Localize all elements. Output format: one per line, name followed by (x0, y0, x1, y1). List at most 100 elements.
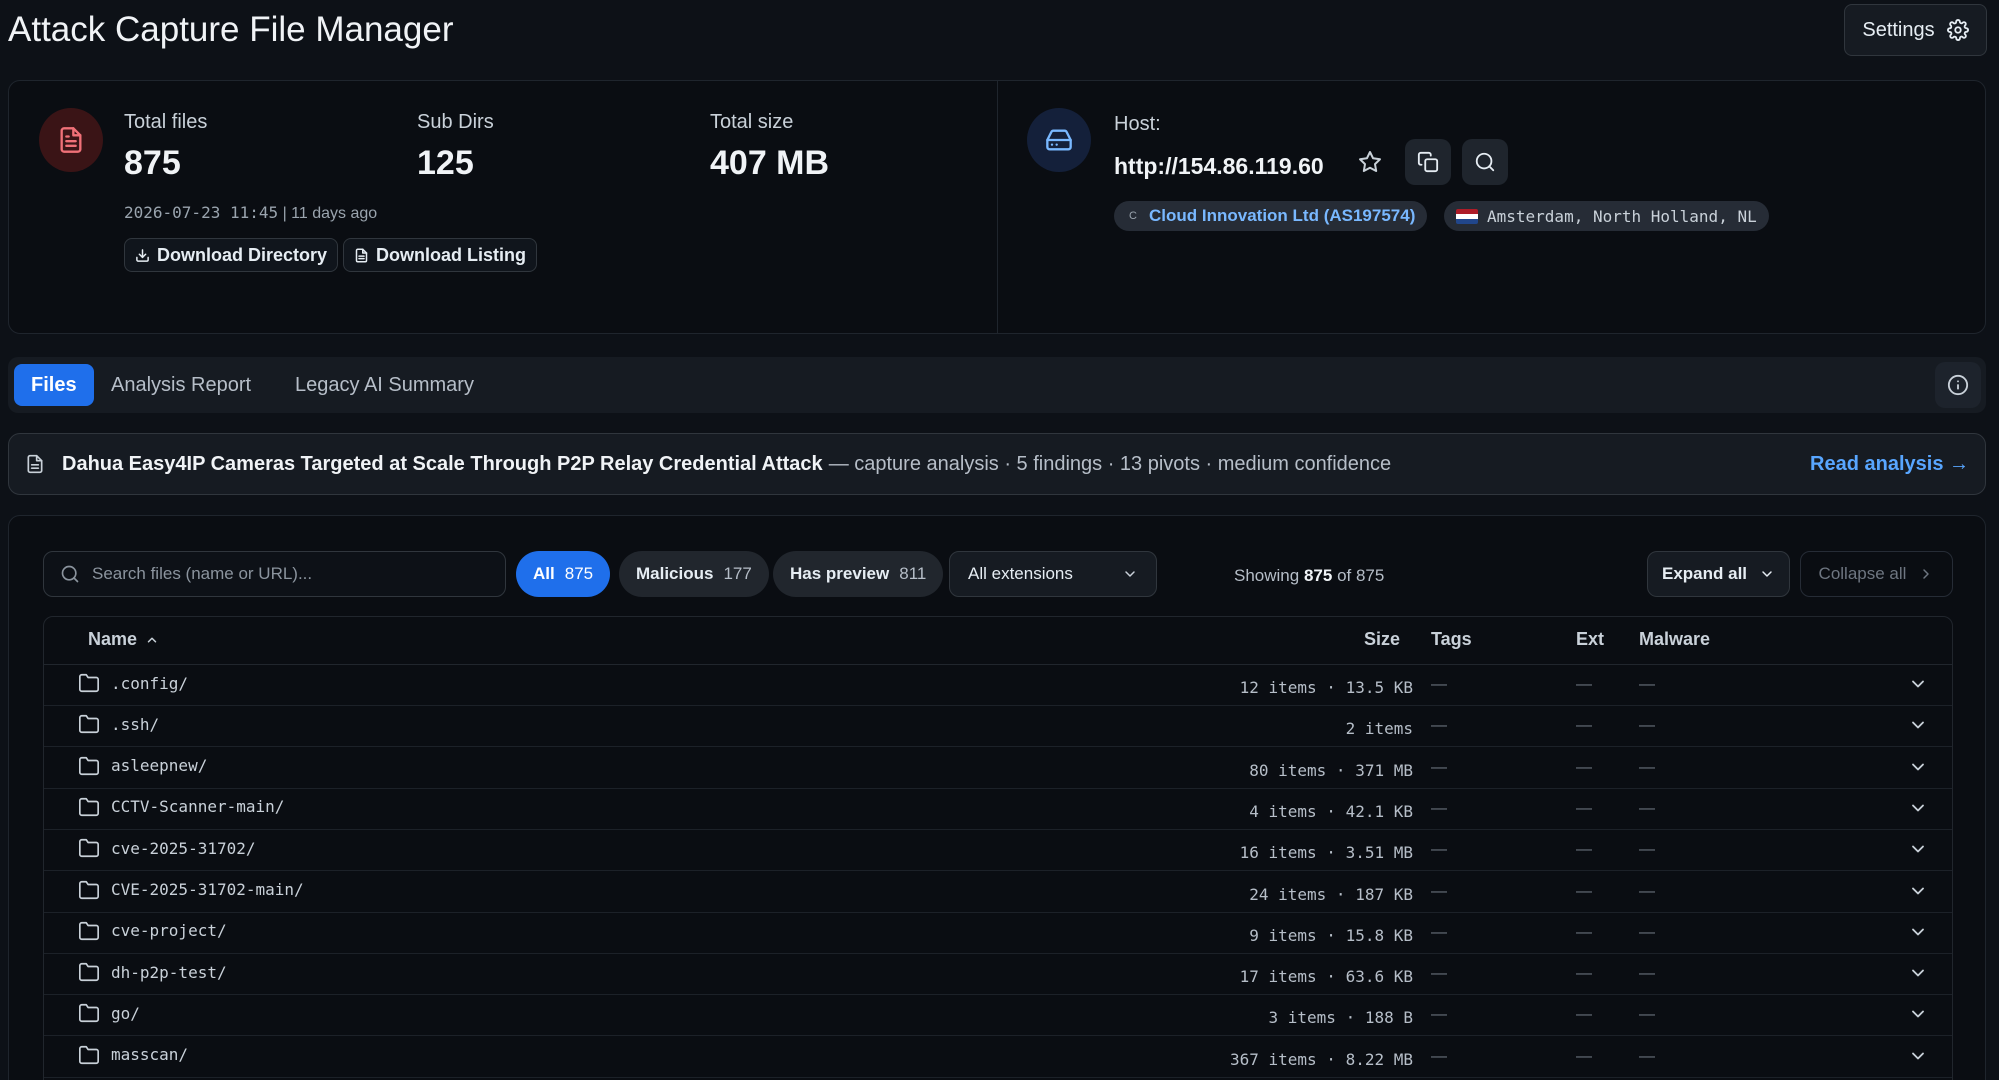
ext-cell: — (1576, 758, 1592, 776)
expand-row-button[interactable] (1908, 674, 1928, 699)
chevron-down-icon (1912, 1010, 1924, 1018)
chevron-right-icon (1923, 569, 1930, 579)
folder-name-cell[interactable]: .config/ (78, 672, 188, 694)
collapse-all-button[interactable]: Collapse all (1800, 551, 1953, 597)
chip-label: Malicious (636, 564, 714, 583)
folder-name-cell[interactable]: CCTV-Scanner-main/ (78, 796, 284, 818)
search-box[interactable] (43, 551, 506, 597)
table-row[interactable]: asleepnew/80 items · 371 MB — — — (44, 748, 1952, 789)
tags-cell: — (1431, 841, 1447, 859)
download-listing-button[interactable]: Download Listing (343, 238, 537, 272)
expand-row-button[interactable] (1908, 1004, 1928, 1029)
read-analysis-link[interactable]: Read analysis → (1810, 453, 1969, 476)
chevron-down-icon (1912, 1052, 1924, 1060)
folder-icon (79, 673, 99, 693)
tags-cell: — (1431, 1047, 1447, 1065)
stat-label: Total size (710, 111, 794, 133)
table-row[interactable]: dh-p2p-test/17 items · 63.6 KB — — — (44, 954, 1952, 996)
expand-row-button[interactable] (1908, 881, 1928, 906)
host-url[interactable]: http://154.86.119.60 (1114, 153, 1324, 180)
folder-icon (79, 921, 99, 940)
download-directory-button[interactable]: Download Directory (124, 238, 339, 272)
tab-analysis-report[interactable]: Analysis Report (111, 364, 251, 406)
expand-row-button[interactable] (1908, 1046, 1928, 1071)
expand-all-label: Expand all (1661, 564, 1748, 583)
folder-name-cell[interactable]: go/ (78, 1002, 140, 1024)
expand-row-button[interactable] (1908, 963, 1928, 988)
lookup-button[interactable] (1462, 139, 1508, 185)
showing-prefix: Showing (1234, 566, 1300, 585)
info-icon (1947, 374, 1969, 396)
extension-select[interactable]: All extensions (949, 551, 1157, 597)
malware-cell: — (1639, 841, 1655, 859)
file-table: Name Size Tags Ext Malware .config/12 it… (43, 616, 1953, 1080)
table-row[interactable]: go/3 items · 188 B — — — (44, 995, 1952, 1037)
tab-files[interactable]: Files (14, 364, 94, 406)
copy-button[interactable] (1405, 139, 1451, 185)
table-row[interactable]: cve-2025-31702/16 items · 3.51 MB — — — (44, 830, 1952, 872)
location-text: Amsterdam, North Holland, NL (1487, 206, 1757, 226)
asn-initial: C (1129, 210, 1137, 222)
table-row[interactable]: .ssh/2 items — — — (44, 706, 1952, 748)
chip-count: 177 (723, 564, 752, 583)
column-header-size[interactable]: Size (1364, 629, 1400, 650)
table-row[interactable]: .config/12 items · 13.5 KB — — — (44, 665, 1952, 706)
folder-name-cell[interactable]: cve-project/ (78, 920, 227, 942)
asn-pill[interactable]: C Cloud Innovation Ltd (AS197574) (1114, 201, 1428, 231)
folder-name: dh-p2p-test/ (111, 962, 227, 982)
favorite-button[interactable] (1347, 139, 1393, 185)
ext-cell: — (1576, 1047, 1592, 1065)
table-row[interactable]: masscan/367 items · 8.22 MB — — — (44, 1037, 1952, 1078)
gear-icon (1946, 19, 1969, 41)
folder-name-cell[interactable]: cve-2025-31702/ (78, 837, 256, 859)
table-row[interactable]: cve-project/9 items · 15.8 KB — — — (44, 913, 1952, 954)
folder-name-cell[interactable]: masscan/ (78, 1044, 188, 1066)
ext-cell: — (1576, 717, 1592, 735)
folder-icon (79, 797, 99, 816)
chevron-down-icon (1912, 969, 1924, 977)
capture-timestamp: 2026-07-23 11:45 (124, 203, 279, 222)
column-header-ext[interactable]: Ext (1576, 629, 1604, 650)
tab-legacy-ai-summary[interactable]: Legacy AI Summary (295, 364, 474, 406)
chevron-down-icon (1125, 571, 1135, 577)
search-input[interactable] (92, 564, 472, 584)
filter-has-preview-chip[interactable]: Has preview 811 (773, 551, 944, 597)
table-row[interactable]: CCTV-Scanner-main/4 items · 42.1 KB — — — (44, 789, 1952, 830)
folder-name-cell[interactable]: dh-p2p-test/ (78, 961, 227, 983)
tags-cell: — (1431, 717, 1447, 735)
file-badge (39, 108, 103, 172)
stat-value: 125 (417, 144, 474, 182)
malware-cell: — (1639, 923, 1655, 941)
expand-row-button[interactable] (1908, 922, 1928, 947)
ext-cell: — (1576, 1006, 1592, 1024)
analysis-meta: — capture analysis · 5 findings · 13 piv… (828, 452, 1392, 475)
table-row[interactable]: CVE-2025-31702-main/24 items · 187 KB — — — (44, 872, 1952, 913)
column-header-tags[interactable]: Tags (1431, 629, 1472, 650)
folder-icon (79, 1045, 99, 1064)
expand-all-button[interactable]: Expand all (1647, 551, 1790, 597)
folder-size: 4 items · 42.1 KB (1249, 801, 1413, 821)
download-directory-label: Download Directory (157, 244, 328, 265)
folder-size: 80 items · 371 MB (1249, 760, 1413, 780)
folder-name: masscan/ (111, 1045, 189, 1065)
filter-malicious-chip[interactable]: Malicious 177 (619, 551, 769, 597)
filter-all-chip[interactable]: All 875 (516, 551, 611, 597)
expand-row-button[interactable] (1908, 798, 1928, 823)
folder-name-cell[interactable]: asleepnew/ (78, 755, 207, 777)
malware-cell: — (1639, 676, 1655, 693)
folder-name-cell[interactable]: .ssh/ (78, 713, 159, 735)
column-header-name[interactable]: Name (88, 629, 159, 650)
column-header-malware[interactable]: Malware (1639, 629, 1710, 650)
ext-cell: — (1576, 676, 1592, 693)
folder-name: CVE-2025-31702-main/ (111, 880, 304, 899)
folder-size: 17 items · 63.6 KB (1239, 967, 1413, 987)
expand-row-button[interactable] (1908, 757, 1928, 782)
settings-button[interactable]: Settings (1844, 4, 1987, 56)
info-button[interactable] (1935, 362, 1981, 408)
showing-count: Showing 875 of 875 (1234, 566, 1384, 586)
stat-sub-dirs: Sub Dirs 125 (417, 111, 494, 183)
expand-row-button[interactable] (1908, 715, 1928, 740)
folder-name-cell[interactable]: CVE-2025-31702-main/ (78, 879, 304, 901)
expand-row-button[interactable] (1908, 839, 1928, 864)
folder-name: .config/ (111, 673, 189, 693)
